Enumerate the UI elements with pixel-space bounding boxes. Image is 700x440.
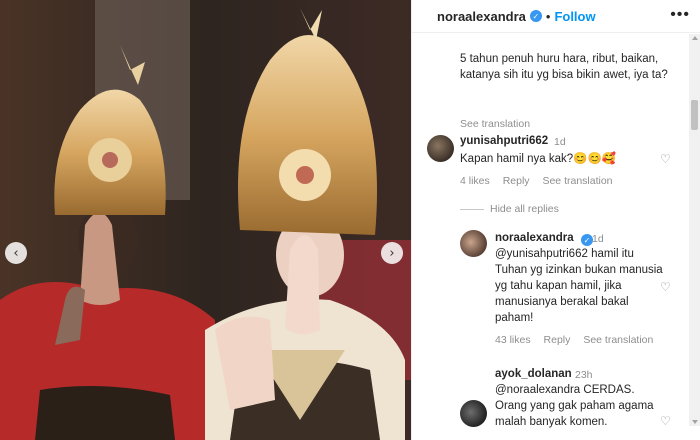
post-photo[interactable]: ‹ › bbox=[0, 0, 411, 440]
comments-pane: noraalexandra ✓ • Follow ••• 5 tahun pen… bbox=[411, 0, 700, 440]
reply-time[interactable]: 1d bbox=[592, 233, 604, 245]
comment-time[interactable]: 1d bbox=[554, 136, 566, 148]
comment-likes-link[interactable]: 4 likes bbox=[460, 175, 490, 187]
comment-username[interactable]: yunisahputri662 bbox=[460, 135, 548, 147]
caption-text: 5 tahun penuh huru hara, ribut, baikan, … bbox=[460, 53, 668, 81]
hide-replies-link[interactable]: Hide all replies bbox=[490, 203, 559, 215]
replies-divider bbox=[460, 209, 484, 210]
follow-button[interactable]: Follow bbox=[554, 9, 595, 24]
reply-username[interactable]: ayok_dolanan bbox=[495, 368, 572, 380]
heart-icon[interactable]: ♡ bbox=[660, 414, 674, 428]
comment-meta: 4 likes Reply See translation bbox=[460, 175, 623, 187]
caption-see-translation-link[interactable]: See translation bbox=[460, 118, 530, 130]
separator-dot: • bbox=[545, 8, 551, 24]
comment-text: Kapan hamil nya kak?😊😊🥰 bbox=[460, 153, 617, 165]
post-header: noraalexandra ✓ • Follow ••• bbox=[412, 0, 700, 33]
post-caption: 5 tahun penuh huru hara, ribut, baikan, … bbox=[460, 51, 682, 130]
heart-icon[interactable]: ♡ bbox=[660, 152, 674, 166]
comments-list[interactable]: 5 tahun penuh huru hara, ribut, baikan, … bbox=[412, 34, 700, 428]
avatar[interactable] bbox=[460, 400, 487, 427]
reply-time[interactable]: 23h bbox=[575, 369, 593, 381]
wedding-photo-illustration bbox=[0, 0, 411, 440]
scroll-down-icon[interactable] bbox=[692, 420, 698, 424]
scroll-up-icon[interactable] bbox=[692, 36, 698, 40]
next-photo-button[interactable]: › bbox=[381, 242, 403, 264]
avatar[interactable] bbox=[460, 230, 487, 257]
reply-username[interactable]: noraalexandra bbox=[495, 232, 574, 244]
heart-icon[interactable]: ♡ bbox=[660, 280, 674, 294]
comment-reply-button[interactable]: Reply bbox=[503, 175, 530, 187]
post-author-username[interactable]: noraalexandra bbox=[437, 9, 526, 24]
reply-likes-link[interactable]: 43 likes bbox=[495, 334, 531, 346]
reply-reply-button[interactable]: Reply bbox=[544, 334, 571, 346]
comment-see-translation-link[interactable]: See translation bbox=[542, 175, 612, 187]
reply-text: @yunisahputri662 hamil itu Tuhan yg izin… bbox=[495, 248, 663, 324]
reply-meta: 43 likes Reply See translation bbox=[495, 334, 663, 346]
previous-photo-button[interactable]: ‹ bbox=[5, 242, 27, 264]
avatar[interactable] bbox=[427, 135, 454, 162]
reply-see-translation-link[interactable]: See translation bbox=[583, 334, 653, 346]
more-horizontal-icon[interactable]: ••• bbox=[670, 6, 690, 24]
scrollbar-thumb[interactable] bbox=[691, 100, 698, 130]
scrollbar[interactable] bbox=[689, 34, 700, 426]
verified-badge-icon: ✓ bbox=[529, 10, 542, 22]
reply-text: @noraalexandra CERDAS. Orang yang gak pa… bbox=[495, 384, 654, 428]
